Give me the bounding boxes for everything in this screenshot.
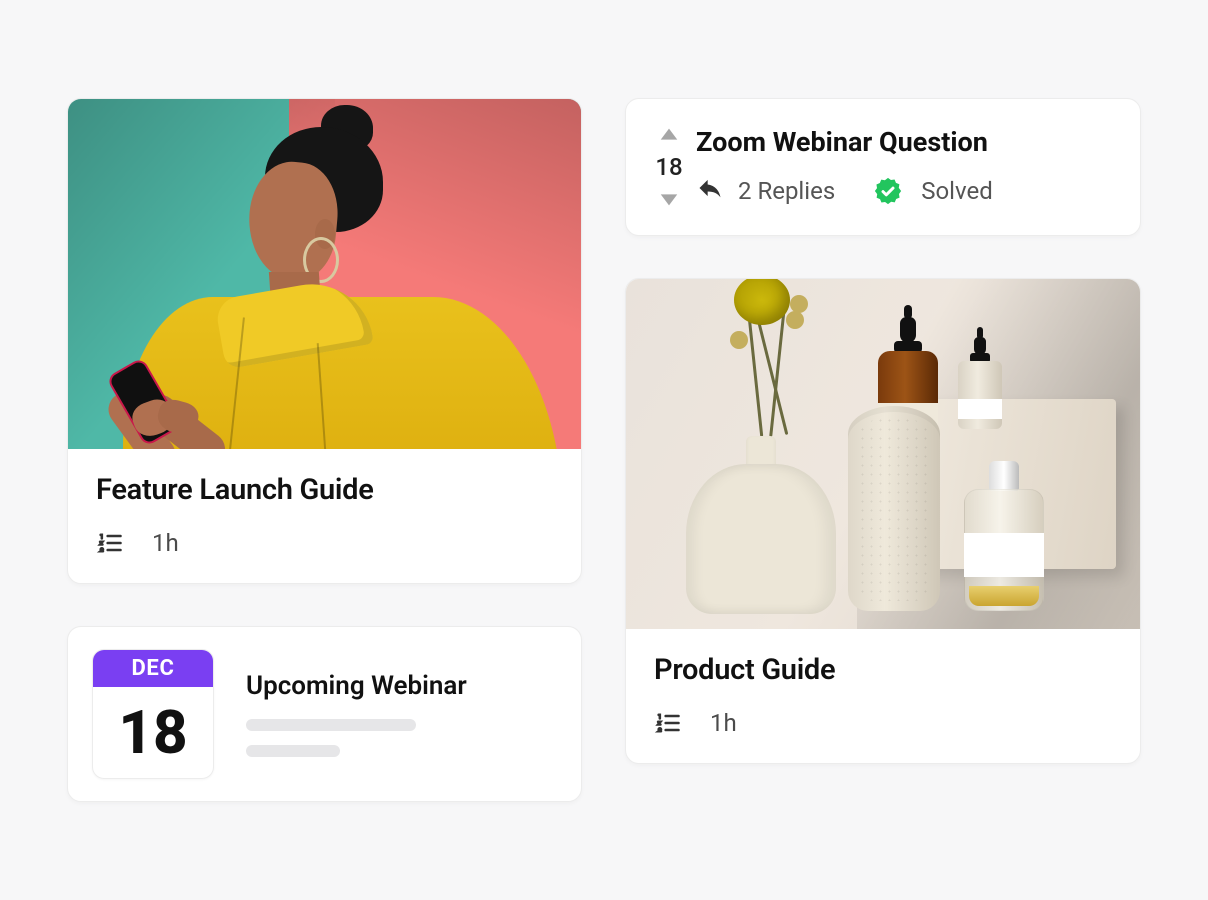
skeleton-line [246, 745, 340, 757]
feature-launch-guide-card[interactable]: Feature Launch Guide 1h [67, 98, 582, 584]
reply-icon [696, 174, 724, 208]
arrow-up-icon [655, 125, 683, 147]
product-guide-duration: 1h [710, 709, 737, 737]
verified-check-icon [873, 176, 903, 206]
product-guide-title: Product Guide [654, 653, 1112, 687]
skeleton-line [246, 719, 416, 731]
event-month: DEC [93, 650, 213, 687]
ordered-list-icon [654, 709, 682, 737]
event-day: 18 [93, 687, 213, 778]
product-guide-thumbnail [626, 279, 1140, 629]
feature-guide-thumbnail [68, 99, 581, 449]
arrow-down-icon [655, 187, 683, 209]
ordered-list-icon [96, 529, 124, 557]
event-date-tile: DEC 18 [92, 649, 214, 779]
vote-count: 18 [655, 153, 682, 181]
forum-question-card[interactable]: 18 Zoom Webinar Question 2 Replies [625, 98, 1141, 236]
forum-status: Solved [921, 177, 993, 205]
downvote-button[interactable] [654, 187, 684, 209]
product-guide-card[interactable]: Product Guide 1h [625, 278, 1141, 764]
forum-title: Zoom Webinar Question [696, 126, 1112, 158]
event-title: Upcoming Webinar [246, 671, 557, 701]
upcoming-webinar-card[interactable]: DEC 18 Upcoming Webinar [67, 626, 582, 802]
feature-guide-title: Feature Launch Guide [96, 473, 553, 507]
feature-guide-duration: 1h [152, 529, 179, 557]
upvote-button[interactable] [654, 125, 684, 147]
forum-reply-count: 2 Replies [738, 177, 835, 205]
vote-controls: 18 [654, 125, 684, 209]
